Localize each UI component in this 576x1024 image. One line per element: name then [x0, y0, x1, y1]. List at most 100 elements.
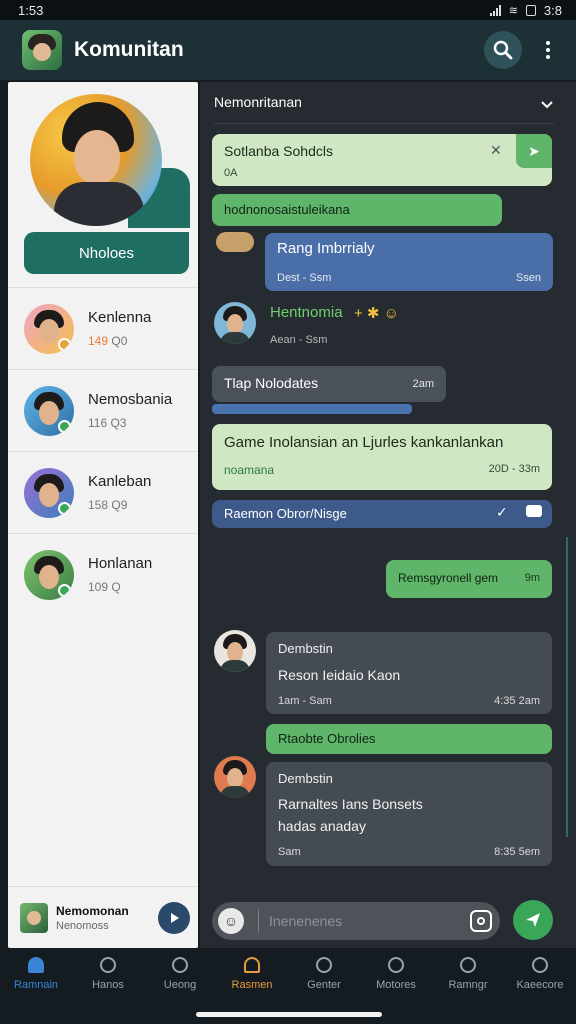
app-title: Komunitan: [74, 38, 184, 61]
play-button[interactable]: [158, 901, 190, 934]
contact-item[interactable]: Honlanan 109 Q: [8, 533, 198, 615]
message-text: hodnonosaistuleikana: [224, 202, 350, 217]
sender-name: Hentnomia: [270, 304, 343, 321]
app-screen: 1:53 ≋ 3:8 Komunitan Nholoes Kenlenna 14…: [0, 0, 576, 1024]
bottom-navigation: Ramnain Hanos Ueong Rasmen Genter Motore…: [0, 948, 576, 1000]
message-bubble[interactable]: Rang Imbrrialy Dest - Ssm Ssen: [265, 233, 553, 291]
message-bubble[interactable]: Remsgyronell gem 9m: [386, 560, 552, 598]
message-time: 8:35 5em: [494, 846, 540, 858]
message-bubble[interactable]: Raemon Obror/Nisge ✓: [212, 500, 552, 528]
current-user-name: Nemomonan: [56, 903, 129, 918]
message-text-line2: hadas anaday: [278, 818, 366, 834]
sender-name: Dembstin: [278, 641, 333, 656]
contact-meta: 149 Q0: [88, 334, 128, 348]
contact-list: Kenlenna 149 Q0 Nemosbania 116 Q3 Kanleb…: [8, 287, 198, 615]
nav-item-home[interactable]: Ramnain: [0, 948, 72, 1000]
message-meta: Dest - Ssm: [277, 272, 332, 284]
circle-icon: [460, 957, 476, 973]
current-user-bar[interactable]: Nemomonan Nenomoss: [8, 886, 198, 948]
wifi-icon: ≋: [508, 4, 518, 17]
message-bubble[interactable]: Dembstin Reson Ieidaio Kaon 1am - Sam 4:…: [266, 632, 552, 714]
avatar[interactable]: [214, 302, 256, 344]
contact-meta: 109 Q: [88, 580, 121, 594]
nav-item-3[interactable]: Ueong: [144, 948, 216, 1000]
target-icon: [316, 957, 332, 973]
message-bubble[interactable]: Rtaobte Obrolies: [266, 724, 552, 754]
message-time: 4:35 2am: [494, 695, 540, 707]
nav-item-8[interactable]: Kaeecore: [504, 948, 576, 1000]
status-bar: 1:53 ≋ 3:8: [0, 0, 576, 20]
message-time: 9m: [524, 572, 540, 584]
message-time: Ssen: [515, 272, 541, 284]
profile-name: Nholoes: [24, 232, 189, 274]
status-time: 1:53: [18, 2, 44, 18]
contact-name: Honlanan: [88, 555, 153, 572]
send-badge-icon: ➤: [516, 134, 552, 168]
status-right-time: 3:8: [543, 2, 562, 18]
message-time: 2am: [412, 378, 434, 390]
avatar: [20, 902, 48, 933]
emoji-button[interactable]: ☺: [218, 908, 244, 934]
send-icon: [526, 913, 540, 927]
current-user-status: Nenomoss: [56, 919, 109, 932]
message-composer: ☺: [200, 890, 576, 948]
play-icon: [171, 912, 179, 923]
chat-bubble-icon: [526, 505, 542, 517]
profile-picture[interactable]: [30, 94, 162, 226]
contact-name: Kanleban: [88, 473, 152, 490]
app-bar: Komunitan: [0, 20, 576, 80]
message-text: Reson Ieidaio Kaon: [278, 667, 401, 683]
signal-icon: [489, 4, 501, 16]
message-subtext: noamana: [224, 463, 275, 477]
message-text: Rtaobte Obrolies: [278, 731, 376, 746]
avatar[interactable]: [214, 756, 256, 798]
message-input[interactable]: [269, 913, 470, 929]
search-button[interactable]: [484, 31, 522, 69]
nav-item-5[interactable]: Genter: [288, 948, 360, 1000]
chevron-down-icon[interactable]: [540, 98, 554, 112]
refresh-icon: [172, 957, 188, 973]
more-options-button[interactable]: [536, 31, 560, 69]
contact-item[interactable]: Nemosbania 116 Q3: [8, 369, 198, 451]
message-text: Game Inolansian an Ljurles kankanlankan: [224, 434, 504, 451]
sender-name: Dembstin: [278, 771, 333, 786]
avatar[interactable]: [214, 630, 256, 672]
message-time: 20D - 33m: [488, 463, 540, 475]
chat-header[interactable]: Nemonritanan: [214, 94, 554, 124]
avatar: [24, 549, 74, 600]
message-bubble[interactable]: Tlap Nolodates 2am: [212, 366, 446, 402]
avatar: [24, 303, 74, 354]
input-divider: [258, 909, 259, 933]
home-icon: [28, 957, 44, 973]
message-text: Rang Imbrrialy: [277, 240, 375, 257]
message-bubble[interactable]: Sotlanba Sohdcls 0A ✕ ➤: [212, 134, 552, 186]
battery-icon: [525, 4, 536, 16]
avatar: [24, 385, 74, 436]
message-bubble[interactable]: Game Inolansian an Ljurles kankanlankan …: [212, 424, 552, 490]
nav-item-6[interactable]: Motores: [360, 948, 432, 1000]
scrollbar[interactable]: [566, 537, 568, 837]
close-icon[interactable]: ✕: [490, 142, 502, 159]
contact-name: Kenlenna: [88, 309, 152, 326]
message-text: Remsgyronell gem: [398, 571, 499, 585]
nav-item-2[interactable]: Hanos: [72, 948, 144, 1000]
avatar: [24, 467, 74, 518]
contact-item[interactable]: Kenlenna 149 Q0: [8, 287, 198, 369]
nav-item-4[interactable]: Rasmen: [216, 948, 288, 1000]
reaction-icons: + ✱ ☺: [354, 305, 399, 322]
profile-card[interactable]: Nholoes: [8, 82, 198, 282]
home-indicator[interactable]: [196, 1012, 382, 1017]
read-check-icon: ✓: [496, 504, 508, 520]
app-avatar[interactable]: [22, 30, 62, 70]
chat-title: Nemonritanan: [214, 94, 302, 110]
message-bubble[interactable]: hodnonosaistuleikana: [212, 194, 502, 226]
contact-item[interactable]: Kanleban 158 Q9: [8, 451, 198, 533]
send-button[interactable]: [513, 900, 553, 940]
message-meta: Sam: [278, 846, 301, 858]
message-bubble[interactable]: Dembstin Rarnaltes Ians Bonsets hadas an…: [266, 762, 552, 866]
camera-icon[interactable]: [470, 910, 492, 932]
nav-item-7[interactable]: Ramngr: [432, 948, 504, 1000]
message-text: Rarnaltes Ians Bonsets: [278, 796, 423, 812]
message-meta: 0A: [224, 167, 238, 179]
contact-name: Nemosbania: [88, 391, 173, 408]
